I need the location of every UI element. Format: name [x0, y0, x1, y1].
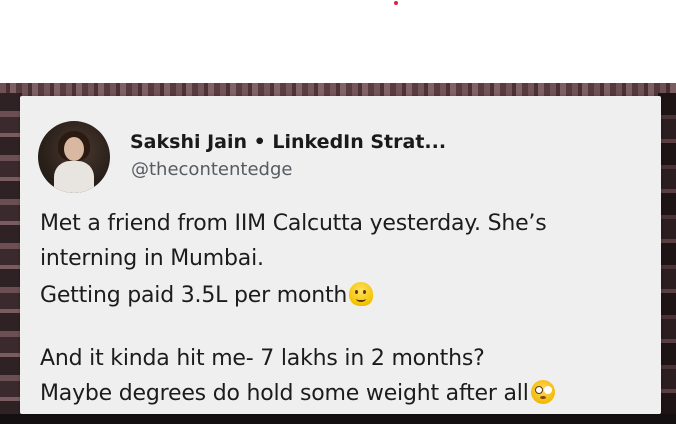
- tweet-line-2-text: interning in Mumbai.: [40, 246, 264, 271]
- tweet-line-1-text: Met a friend from IIM Calcutta yesterday…: [40, 211, 547, 236]
- tweet-line-3-text: Getting paid 3.5L per month: [40, 283, 348, 308]
- tweet-line-2: interning in Mumbai.: [40, 246, 264, 271]
- tweet-line-5-text: Maybe degrees do hold some weight after …: [40, 381, 529, 406]
- background-roof: [0, 83, 676, 97]
- author-name[interactable]: Sakshi Jain • LinkedIn Strat...: [130, 131, 446, 153]
- background-bottom-band: [0, 414, 676, 424]
- flushed-face-icon: [530, 380, 555, 404]
- tweet-line-3: Getting paid 3.5L per month: [40, 282, 374, 308]
- tweet-line-1: Met a friend from IIM Calcutta yesterday…: [40, 211, 547, 236]
- screenshot-page: Sakshi Jain • LinkedIn Strat... @thecont…: [0, 0, 676, 424]
- tweet-line-4-text: And it kinda hit me- 7 lakhs in 2 months…: [40, 346, 485, 371]
- tweet-line-5: Maybe degrees do hold some weight after …: [40, 380, 555, 406]
- author-handle[interactable]: @thecontentedge: [131, 159, 292, 180]
- avatar-face: [64, 137, 84, 161]
- avatar-body: [54, 161, 94, 193]
- background-left-strip: [0, 93, 22, 424]
- tweet-line-4: And it kinda hit me- 7 lakhs in 2 months…: [40, 346, 485, 371]
- avatar[interactable]: [38, 121, 110, 193]
- red-dot-marker: [394, 1, 398, 5]
- melting-face-icon: [349, 282, 374, 306]
